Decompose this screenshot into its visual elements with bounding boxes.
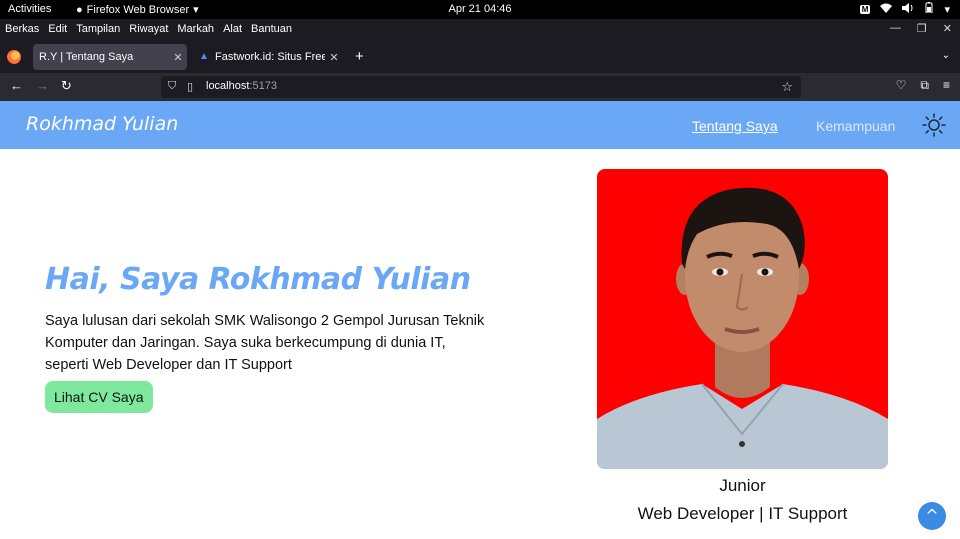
menu-items: Berkas Edit Tampilan Riwayat Markah Alat… bbox=[5, 23, 292, 35]
close-tab-icon[interactable]: ✕ bbox=[169, 51, 187, 64]
pocket-icon[interactable]: ♡ bbox=[896, 78, 907, 93]
scroll-to-top-button[interactable]: ^ bbox=[918, 502, 946, 530]
site-brand[interactable]: Rokhmad Yulian bbox=[26, 113, 178, 135]
close-tab-icon[interactable]: ✕ bbox=[325, 51, 343, 64]
reload-icon[interactable]: ↻ bbox=[61, 78, 72, 94]
menu-markah[interactable]: Markah bbox=[177, 23, 214, 35]
os-top-bar: Activities ● Firefox Web Browser ▾ Apr 2… bbox=[0, 0, 960, 19]
tab-title: Fastwork.id: Situs Freelance bbox=[215, 51, 325, 63]
site-header: Rokhmad Yulian Tentang Saya Kemampuan bbox=[0, 101, 960, 149]
nav-tentang-saya[interactable]: Tentang Saya bbox=[692, 118, 778, 134]
maximize-icon[interactable]: ❐ bbox=[917, 22, 927, 35]
nav-kemampuan[interactable]: Kemampuan bbox=[816, 118, 895, 134]
minimize-icon[interactable]: — bbox=[890, 22, 901, 35]
url-text[interactable]: localhost:5173 bbox=[206, 80, 277, 92]
page-info-icon[interactable]: ▯ bbox=[187, 80, 193, 93]
wifi-icon[interactable] bbox=[880, 3, 893, 16]
role-title: Web Developer | IT Support bbox=[637, 504, 848, 523]
nav-toolbar: ← → ↻ ⛉ ▯ localhost:5173 ☆ ♡ ⧉ ≡ bbox=[0, 73, 960, 101]
sun-icon[interactable] bbox=[922, 113, 946, 137]
hamburger-menu-icon[interactable]: ≡ bbox=[943, 78, 950, 93]
toolbar-right: ♡ ⧉ ≡ bbox=[896, 78, 950, 93]
role-level: Junior bbox=[719, 476, 766, 495]
keyboard-layout-badge[interactable]: M bbox=[859, 4, 871, 14]
hero-title: Hai, Saya Rokhmad Yulian bbox=[45, 262, 471, 297]
profile-photo bbox=[597, 169, 888, 469]
menu-alat[interactable]: Alat bbox=[223, 23, 242, 35]
hero-description: Saya lulusan dari sekolah SMK Walisongo … bbox=[45, 313, 485, 373]
bookmark-star-icon[interactable]: ☆ bbox=[781, 79, 793, 95]
portrait-illustration bbox=[597, 187, 888, 469]
tab-bar: R.Y | Tentang Saya ✕ ▲ Fastwork.id: Situ… bbox=[0, 41, 960, 73]
menu-riwayat[interactable]: Riwayat bbox=[129, 23, 168, 35]
new-tab-plus-icon[interactable]: + bbox=[355, 48, 364, 65]
back-arrow-icon[interactable]: ← bbox=[10, 78, 23, 93]
url-bar[interactable]: ⛉ ▯ localhost:5173 ☆ bbox=[161, 76, 801, 98]
shield-icon[interactable]: ⛉ bbox=[168, 80, 176, 93]
tab-title: R.Y | Tentang Saya bbox=[39, 51, 134, 63]
close-window-icon[interactable]: ✕ bbox=[943, 22, 952, 35]
menu-tampilan[interactable]: Tampilan bbox=[76, 23, 120, 35]
menu-edit[interactable]: Edit bbox=[48, 23, 67, 35]
list-all-tabs-chevron-icon[interactable]: ⌄ bbox=[942, 50, 950, 61]
tab-tentang-saya[interactable]: R.Y | Tentang Saya ✕ bbox=[33, 44, 187, 70]
browser-menubar: Berkas Edit Tampilan Riwayat Markah Alat… bbox=[0, 19, 960, 41]
firefox-view-icon[interactable] bbox=[7, 50, 21, 64]
view-cv-button[interactable]: Lihat CV Saya bbox=[45, 381, 153, 413]
window-controls: — ❐ ✕ bbox=[890, 22, 952, 35]
clock[interactable]: Apr 21 04:46 bbox=[0, 3, 960, 15]
menu-berkas[interactable]: Berkas bbox=[5, 23, 39, 35]
volume-icon[interactable] bbox=[902, 2, 914, 16]
menu-bantuan[interactable]: Bantuan bbox=[251, 23, 292, 35]
fastwork-favicon-icon: ▲ bbox=[199, 51, 209, 62]
forward-arrow-icon[interactable]: → bbox=[36, 78, 49, 93]
battery-icon[interactable] bbox=[924, 2, 934, 16]
system-menu-chevron-icon[interactable]: ▾ bbox=[944, 3, 950, 16]
system-tray[interactable]: M ▾ bbox=[859, 2, 950, 16]
extensions-icon[interactable]: ⧉ bbox=[920, 78, 929, 93]
tab-fastwork[interactable]: ▲ Fastwork.id: Situs Freelance ✕ bbox=[193, 44, 343, 70]
